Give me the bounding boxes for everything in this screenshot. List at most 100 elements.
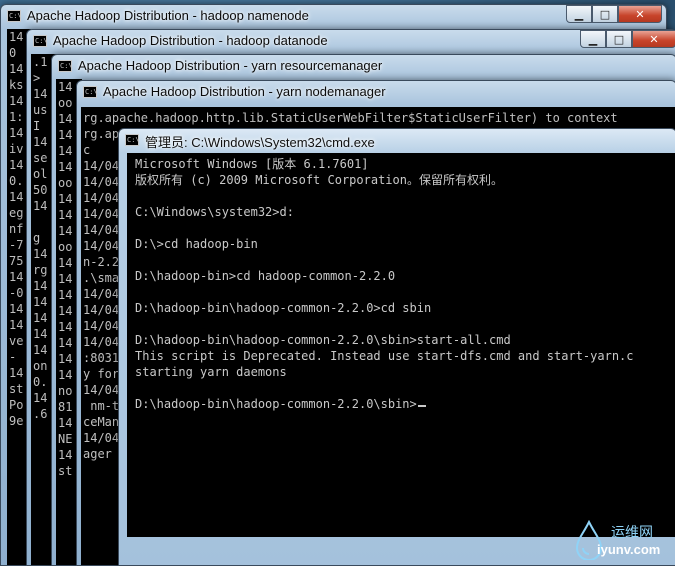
- console-line: NE: [58, 432, 73, 446]
- maximize-button[interactable]: □: [606, 30, 632, 48]
- console-line: 0.: [9, 174, 24, 188]
- console-line: ve: [9, 334, 24, 348]
- console-line: 14: [9, 126, 24, 140]
- console-line: 14: [58, 80, 73, 94]
- console-line: 14: [58, 256, 73, 270]
- namenode-titlebar[interactable]: C:\ Apache Hadoop Distribution - hadoop …: [1, 5, 666, 29]
- console-line: 14: [33, 295, 48, 309]
- datanode-title: Apache Hadoop Distribution - hadoop data…: [53, 33, 328, 48]
- console-line: 0: [9, 46, 17, 60]
- console-line: 14: [58, 160, 73, 174]
- console-line: ol: [33, 167, 48, 181]
- console-line: 14: [58, 352, 73, 366]
- console-line: 14: [9, 94, 24, 108]
- namenode-title: Apache Hadoop Distribution - hadoop name…: [27, 8, 309, 23]
- cmd-line: 版权所有 (c) 2009 Microsoft Corporation。保留所有…: [135, 173, 503, 187]
- console-line: 14: [58, 288, 73, 302]
- console-line: 14: [58, 224, 73, 238]
- cmd-line: [135, 284, 634, 300]
- text-cursor: [417, 405, 426, 407]
- console-line: 14: [33, 343, 48, 357]
- console-line: on: [33, 359, 48, 373]
- cmd-line: [135, 220, 634, 236]
- cmd-line: D:\hadoop-bin>cd hadoop-common-2.2.0: [135, 269, 396, 283]
- console-line: iv: [9, 142, 24, 156]
- console-line: se: [33, 151, 48, 165]
- datanode-caption-buttons: ▁ □ ✕: [580, 30, 675, 48]
- console-line: 14: [33, 391, 48, 405]
- console-line: -7: [9, 238, 24, 252]
- minimize-button[interactable]: ▁: [580, 30, 606, 48]
- console-line: rg: [33, 263, 48, 277]
- console-line: nf: [9, 222, 24, 236]
- console-line: st: [58, 464, 73, 478]
- console-line: 14: [58, 128, 73, 142]
- cmd-console[interactable]: Microsoft Windows [版本 6.1.7601] 版权所有 (c) …: [127, 153, 675, 537]
- console-line: 14: [33, 311, 48, 325]
- console-line: 14: [33, 327, 48, 341]
- console-line: -: [9, 350, 17, 364]
- console-line: 81: [58, 400, 73, 414]
- console-line: 0.: [33, 375, 48, 389]
- console-line: g: [33, 231, 41, 245]
- console-line: oo: [58, 176, 73, 190]
- datanode-output: .1 >14 us I 14 se ol 50 14 g 14 rg 14 14 14 14 14 on 0. 14.…: [33, 54, 47, 422]
- console-line: 14: [58, 320, 73, 334]
- console-line: 14: [9, 366, 24, 380]
- console-line: I: [33, 119, 41, 133]
- console-line: us: [33, 103, 48, 117]
- console-line: st: [9, 382, 24, 396]
- namenode-caption-buttons: ▁ □ ✕: [566, 5, 662, 23]
- cmd-line: This script is Deprecated. Instead use s…: [135, 349, 634, 363]
- cmd-line: [135, 188, 634, 204]
- close-button[interactable]: ✕: [632, 30, 675, 48]
- console-icon: C:\: [58, 60, 73, 72]
- cmd-line: [135, 252, 634, 268]
- console-line: 14: [33, 87, 48, 101]
- console-line: .6: [33, 407, 48, 421]
- console-line: 14: [58, 272, 73, 286]
- console-line: 14: [58, 112, 73, 126]
- watermark: 运维网 iyunv.com: [573, 518, 675, 564]
- cmd-window[interactable]: C:\ 管理员: C:\Windows\System32\cmd.exe Mic…: [118, 128, 675, 566]
- nodemanager-wide-line: rg.apache.hadoop.http.lib.StaticUserWebF…: [83, 111, 618, 125]
- nodemanager-titlebar[interactable]: C:\ Apache Hadoop Distribution - yarn no…: [77, 81, 675, 105]
- cmd-title: 管理员: C:\Windows\System32\cmd.exe: [145, 135, 375, 150]
- cmd-line: D:\hadoop-bin\hadoop-common-2.2.0\sbin>: [135, 396, 634, 412]
- cmd-line: D:\hadoop-bin\hadoop-common-2.2.0\sbin>s…: [135, 333, 511, 347]
- console-line: 14: [9, 270, 24, 284]
- console-line: 14: [58, 336, 73, 350]
- cmd-line: D:\hadoop-bin\hadoop-common-2.2.0>cd sbi…: [135, 301, 432, 315]
- resourcemanager-title: Apache Hadoop Distribution - yarn resour…: [78, 58, 383, 73]
- console-line: no: [58, 384, 73, 398]
- namenode-output: 14 0 14 ks 14 1: 14 iv 14 0. 14 eg nf -7 75 14 -0 14 14 ve -…: [9, 29, 23, 429]
- console-icon: C:\: [7, 10, 22, 22]
- console-line: >: [33, 71, 41, 85]
- console-line: eg: [9, 206, 24, 220]
- cmd-line: Microsoft Windows [版本 6.1.7601]: [135, 157, 369, 171]
- console-line: ks: [9, 78, 24, 92]
- console-line: 14: [33, 247, 48, 261]
- console-line: 14: [58, 368, 73, 382]
- console-line: 9e: [9, 414, 24, 428]
- maximize-button[interactable]: □: [592, 5, 618, 23]
- console-line: Po: [9, 398, 24, 412]
- console-line: -0: [9, 286, 24, 300]
- console-line: 14: [9, 302, 24, 316]
- watermark-name: 运维网: [611, 525, 653, 541]
- console-line: 14: [9, 158, 24, 172]
- resourcemanager-titlebar[interactable]: C:\ Apache Hadoop Distribution - yarn re…: [52, 55, 675, 79]
- cmd-titlebar[interactable]: C:\ 管理员: C:\Windows\System32\cmd.exe: [119, 129, 675, 153]
- console-line: 14: [9, 30, 24, 44]
- minimize-button[interactable]: ▁: [566, 5, 592, 23]
- console-line: 14: [58, 304, 73, 318]
- close-button[interactable]: ✕: [618, 5, 662, 23]
- console-line: 14: [58, 144, 73, 158]
- console-line: 14: [33, 135, 48, 149]
- cmd-output: Microsoft Windows [版本 6.1.7601] 版权所有 (c) …: [135, 156, 634, 412]
- resourcemanager-output: 14 oo 14 14 14 14 oo 14 14 14 oo 14 14 14 14 14 14 14 14 no…: [58, 79, 72, 479]
- console-line: .1: [33, 55, 48, 69]
- datanode-titlebar[interactable]: C:\ Apache Hadoop Distribution - hadoop …: [27, 30, 675, 54]
- console-line: 1:: [9, 110, 24, 124]
